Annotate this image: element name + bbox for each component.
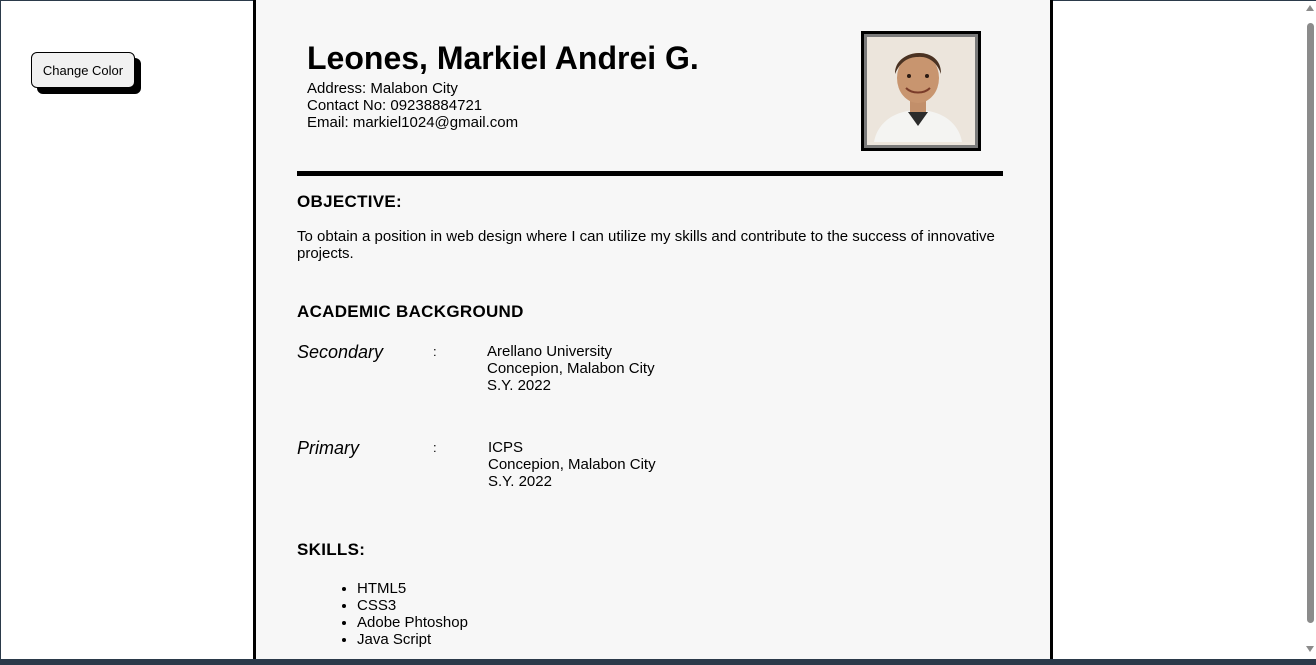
profile-photo (861, 31, 981, 151)
school-location: Concepion, Malabon City (488, 456, 656, 473)
school-name: Arellano University (487, 343, 613, 360)
objective-text: To obtain a position in web design where… (297, 228, 995, 262)
resume-name: Leones, Markiel Andrei G. (307, 40, 699, 76)
window-frame-bottom (0, 659, 1316, 665)
vertical-scrollbar[interactable] (1305, 1, 1316, 659)
school-year: S.Y. 2022 (487, 377, 551, 394)
skill-item: Adobe Phtoshop (357, 614, 468, 631)
contact-number-line: Contact No: 09238884721 (307, 97, 483, 114)
window-frame-left (0, 0, 1, 665)
address-line: Address: Malabon City (307, 80, 458, 97)
skills-heading: SKILLS: (297, 540, 366, 559)
email-line: Email: markiel1024@gmail.com (307, 114, 519, 131)
scroll-down-arrow-icon[interactable] (1306, 646, 1314, 652)
resume-paper: Leones, Markiel Andrei G. Address: Malab… (253, 0, 1053, 659)
person-photo-icon (864, 34, 972, 142)
skill-item: HTML5 (357, 580, 468, 597)
academic-heading: ACADEMIC BACKGROUND (297, 302, 524, 321)
education-level-secondary: Secondary (297, 342, 384, 362)
scroll-up-arrow-icon[interactable] (1306, 5, 1314, 11)
school-name: ICPS (488, 439, 524, 456)
colon-separator: : (433, 440, 437, 455)
school-location: Concepion, Malabon City (487, 360, 655, 377)
skill-item: Java Script (357, 631, 468, 648)
education-level-primary: Primary (297, 438, 359, 458)
skills-list: HTML5 CSS3 Adobe Phtoshop Java Script (297, 580, 468, 648)
school-year: S.Y. 2022 (488, 473, 552, 490)
header-divider (297, 171, 1003, 176)
objective-heading: OBJECTIVE: (297, 192, 403, 211)
change-color-button[interactable]: Change Color (31, 52, 135, 88)
scrollbar-thumb[interactable] (1307, 23, 1314, 623)
skill-item: CSS3 (357, 597, 468, 614)
colon-separator: : (433, 344, 437, 359)
